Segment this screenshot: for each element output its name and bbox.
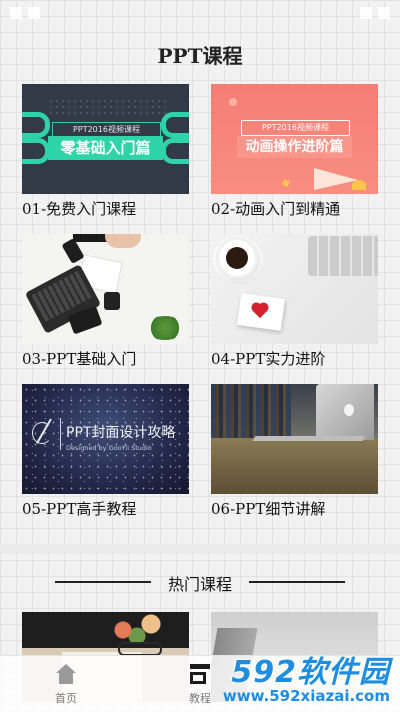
battery-icon [378,7,390,19]
decor-ring [22,138,50,164]
thumb-title: 动画操作进阶篇 [237,136,352,158]
course-title[interactable]: 06-PPT细节讲解 [211,498,325,519]
coffee-cup [219,240,255,276]
course-card[interactable]: PPT2016视频课程 动画操作进阶篇 02-动画入门到精通 [211,84,378,218]
section-divider [0,544,400,554]
course-card[interactable]: 03-PPT基础入门 [22,234,189,368]
notification-icon [10,7,22,19]
course-thumbnail[interactable]: PPT2016视频课程 动画操作进阶篇 [211,84,378,194]
watermark: 592软件园 www.592xiazai.com [188,645,394,709]
hot-section-header: 热门课程 [0,570,400,594]
desk [211,438,378,494]
dot-pattern [48,98,168,118]
status-left [10,7,40,19]
keyboard [308,236,378,276]
thumb-title: 零基础入门篇 [48,136,163,160]
confetti [281,178,291,188]
notification-icon [28,7,40,19]
glasses [118,642,162,656]
tab-label: 首页 [55,692,77,705]
course-title[interactable]: 04-PPT实力进阶 [211,348,325,369]
course-card[interactable]: PPT2016视频课程 零基础入门篇 01-免费入门课程 [22,84,189,218]
course-thumbnail[interactable]: PPT2016视频课程 零基础入门篇 [22,84,189,194]
header-line-right [249,581,345,583]
divider [60,418,61,450]
apple-logo-icon [344,404,354,416]
studio-logo [32,422,52,444]
home-icon [55,664,77,686]
course-thumbnail[interactable] [211,234,378,344]
status-right [360,7,390,19]
wifi-icon [360,7,372,19]
decor-ring [22,112,50,138]
course-title[interactable]: 03-PPT基础入门 [22,348,136,369]
course-title[interactable]: 02-动画入门到精通 [211,198,340,219]
decor-ring [161,138,189,164]
course-card[interactable]: 06-PPT细节讲解 [211,384,378,518]
course-title[interactable]: 01-免费入门课程 [22,198,136,219]
course-thumbnail[interactable] [22,234,189,344]
thumb-title: PPT封面设计攻略 [66,425,176,441]
plant [145,316,185,340]
decor-ring [161,112,189,138]
status-bar [0,0,400,28]
watermark-logo: 592软件园 [231,655,390,690]
course-thumbnail[interactable]: PPT封面设计攻略 Designed by GooYii Studio [22,384,189,494]
flowers [102,612,172,642]
hand [105,234,141,248]
laptop-base [252,436,366,441]
bookshelf [211,384,291,442]
tab-home[interactable]: 首页 [36,656,96,712]
confetti [229,98,237,106]
watermark-url: www.592xiazai.com [222,687,390,705]
confetti [352,180,366,190]
course-title[interactable]: 05-PPT高手教程 [22,498,136,519]
course-thumbnail[interactable] [211,384,378,494]
thumb-subtitle: Designed by GooYii Studio [66,444,152,452]
camera [104,292,120,310]
page-title: PPT课程 [157,44,243,68]
thumb-tag: PPT2016视频课程 [241,120,350,136]
course-card[interactable]: PPT封面设计攻略 Designed by GooYii Studio 05-P… [22,384,189,518]
course-card[interactable]: 04-PPT实力进阶 [211,234,378,368]
hot-section-title: 热门课程 [167,575,232,594]
